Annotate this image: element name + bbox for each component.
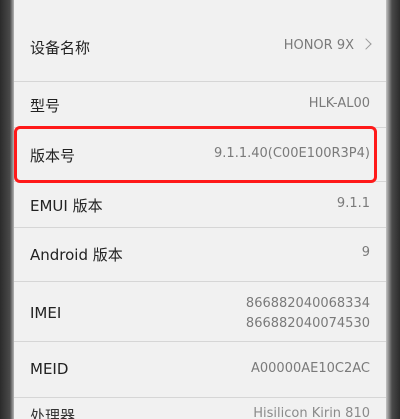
android-version-label: Android 版本 xyxy=(30,246,123,264)
android-version-value: 9 xyxy=(361,245,370,260)
meid-label: MEID xyxy=(30,360,69,378)
device-name-text: HONOR 9X xyxy=(283,38,354,53)
emui-version-label: EMUI 版本 xyxy=(30,197,103,215)
phone-photo-frame: 设备名称 HONOR 9X 型号 HLK-AL00 版本号 9.1.1.40(C… xyxy=(0,0,400,419)
settings-row-emui-version[interactable]: EMUI 版本 9.1.1 xyxy=(14,182,386,228)
settings-row-build-number[interactable]: 版本号 9.1.1.40(C00E100R3P4) xyxy=(14,128,386,182)
device-name-value: HONOR 9X xyxy=(283,38,372,53)
model-value: HLK-AL00 xyxy=(308,96,370,111)
processor-value: Hisilicon Kirin 810 xyxy=(253,406,370,419)
build-number-value: 9.1.1.40(C00E100R3P4) xyxy=(214,146,370,161)
emui-version-value: 9.1.1 xyxy=(336,196,370,211)
device-name-label: 设备名称 xyxy=(30,39,91,57)
settings-row-device-name[interactable]: 设备名称 HONOR 9X xyxy=(14,0,386,82)
chevron-right-icon xyxy=(360,38,372,50)
settings-row-android-version[interactable]: Android 版本 9 xyxy=(14,228,386,282)
settings-row-meid: MEID A00000AE10C2AC xyxy=(14,342,386,398)
model-label: 型号 xyxy=(30,97,61,115)
meid-value: A00000AE10C2AC xyxy=(251,361,370,376)
build-number-label: 版本号 xyxy=(30,147,76,165)
settings-row-imei: IMEI 866882040068334 866882040074530 xyxy=(14,282,386,342)
settings-row-model: 型号 HLK-AL00 xyxy=(14,82,386,128)
processor-label: 处理器 xyxy=(30,407,76,419)
imei-label: IMEI xyxy=(30,304,62,322)
imei-value-2: 866882040074530 xyxy=(245,316,370,331)
imei-value-1: 866882040068334 xyxy=(245,296,370,311)
